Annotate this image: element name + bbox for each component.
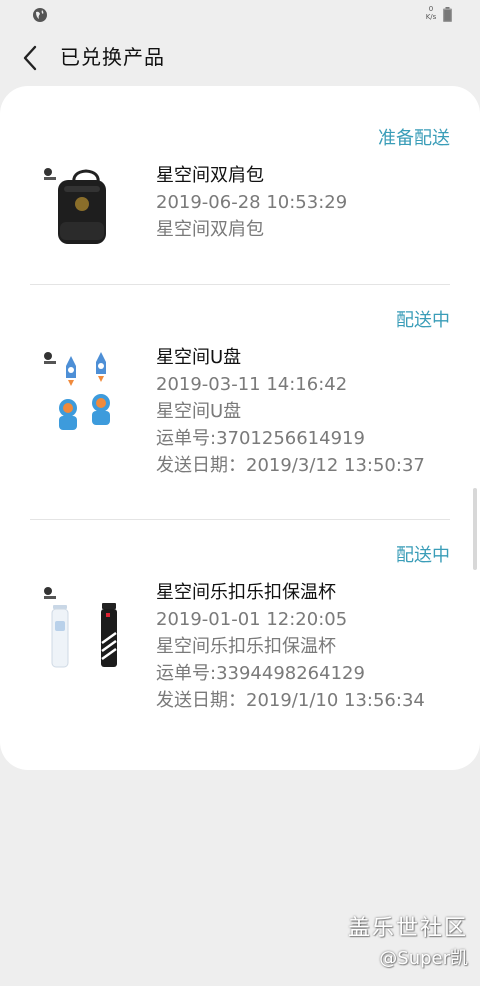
scrollbar-thumb[interactable]	[473, 488, 477, 570]
order-description: 星空间U盘	[156, 401, 242, 422]
network-speed-value: 0	[428, 5, 434, 13]
order-description: 星空间双肩包	[156, 219, 264, 240]
backpack-icon	[44, 168, 106, 244]
order-title: 星空间乐扣乐扣保温杯	[156, 582, 336, 603]
order-time: 2019-03-11 14:16:42	[156, 374, 348, 395]
watermark-user: @Super凯	[379, 948, 468, 969]
battery-icon	[443, 7, 452, 22]
thermos-cup-icon	[44, 587, 117, 668]
order-item[interactable]: 配送中 星空间乐扣乐扣保温杯 2019-01-01 12:20:05 星空间乐扣…	[0, 520, 480, 770]
usb-drive-set-icon	[44, 352, 110, 430]
order-ship-date: 发送日期：2019/1/10 13:56:34	[156, 690, 425, 711]
redeemed-products-list: 准备配送 星空间双肩包 2019-06-28 10:53:29 星空间双肩包 配…	[0, 86, 480, 770]
back-arrow-icon	[23, 45, 37, 71]
watermark-brand: 盖乐世社区	[347, 916, 468, 941]
order-item[interactable]: 准备配送 星空间双肩包 2019-06-28 10:53:29 星空间双肩包	[0, 86, 480, 284]
network-speed-indicator: 0 K/s	[424, 5, 438, 21]
network-speed-unit: K/s	[425, 13, 437, 21]
order-time: 2019-01-01 12:20:05	[156, 609, 348, 630]
order-item[interactable]: 配送中 星空间U盘 2019-03-11 14:16:42 星空间U盘 运单号:…	[0, 285, 480, 520]
order-description: 星空间乐扣乐扣保温杯	[156, 636, 336, 657]
order-status: 配送中	[396, 545, 450, 566]
back-button[interactable]	[16, 42, 44, 74]
order-title: 星空间双肩包	[156, 165, 264, 186]
order-status: 准备配送	[378, 128, 450, 149]
order-time: 2019-06-28 10:53:29	[156, 192, 348, 213]
order-title: 星空间U盘	[156, 347, 242, 368]
globe-icon	[33, 8, 47, 22]
order-tracking-number: 运单号:3394498264129	[156, 663, 365, 684]
status-bar: 0 K/s	[0, 0, 480, 30]
order-tracking-number: 运单号:3701256614919	[156, 428, 365, 449]
order-status: 配送中	[396, 310, 450, 331]
order-ship-date: 发送日期：2019/3/12 13:50:37	[156, 455, 425, 476]
app-bar: 已兑换产品	[0, 30, 480, 86]
page-title: 已兑换产品	[60, 45, 165, 69]
